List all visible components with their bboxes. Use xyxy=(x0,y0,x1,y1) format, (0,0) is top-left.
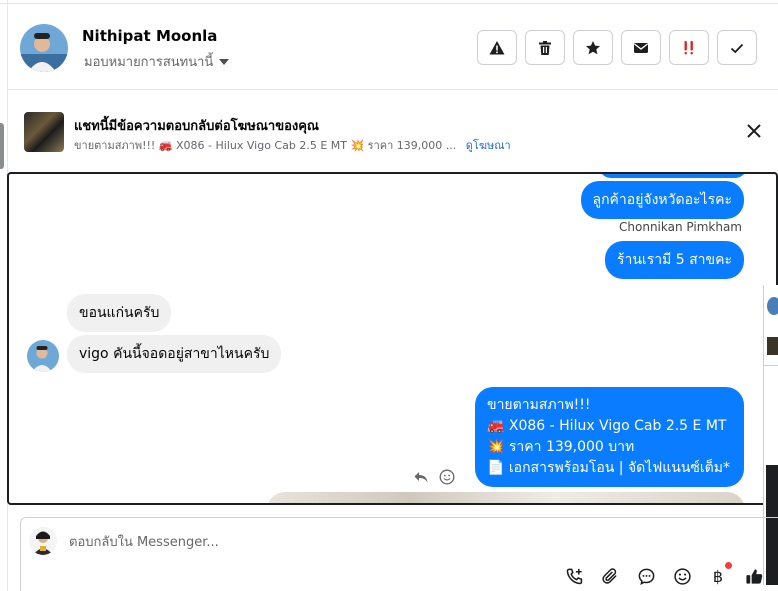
saved-reply-button[interactable] xyxy=(636,566,656,586)
message-line: ขายตามสภาพ!!! xyxy=(487,397,591,413)
avatar xyxy=(29,527,57,555)
ad-reply-banner: แชทนี้มีข้อความตอบกลับต่อโฆษณาของคุณ ขาย… xyxy=(8,91,778,171)
envelope-icon xyxy=(634,42,648,53)
follow-up-button[interactable] xyxy=(669,30,709,65)
message-line: 🚒 X086 - Hilux Vigo Cab 2.5 E MT xyxy=(487,418,727,434)
call-button[interactable] xyxy=(564,566,584,586)
banner-subtitle: ขายตามสภาพ!!! 🚒 X086 - Hilux Vigo Cab 2.… xyxy=(74,136,511,154)
divider xyxy=(764,365,778,366)
ad-thumbnail[interactable] xyxy=(24,112,64,152)
message-line: 📄 เอกสารพร้อมโอน | จัดไฟแนนซ์เต็ม* xyxy=(487,460,730,476)
warning-icon xyxy=(489,40,505,54)
composer-toolbar: ฿ xyxy=(564,562,764,586)
like-button[interactable] xyxy=(744,566,764,586)
paperclip-icon xyxy=(601,567,616,584)
message-line: 💥 ราคา 139,000 บาท xyxy=(487,439,635,455)
view-ad-link[interactable]: ดูโฆษณา xyxy=(466,139,511,152)
emoji-react-icon[interactable] xyxy=(439,469,455,485)
report-button[interactable] xyxy=(477,30,517,65)
ad-thumbnail xyxy=(767,337,778,355)
emoji-icon xyxy=(673,567,691,585)
message-bubble-partial xyxy=(599,174,747,178)
avatar[interactable] xyxy=(27,340,59,372)
message-bubble[interactable]: ร้านเรามี 5 สาขคะ xyxy=(604,241,744,279)
mark-unread-button[interactable] xyxy=(621,30,661,65)
notification-dot xyxy=(725,562,732,569)
baht-icon: ฿ xyxy=(712,566,724,586)
saved-reply-icon xyxy=(638,568,654,585)
delete-button[interactable] xyxy=(525,30,565,65)
message-actions xyxy=(413,469,455,485)
star-button[interactable] xyxy=(573,30,613,65)
image-message[interactable] xyxy=(267,492,745,503)
assign-dropdown[interactable]: มอบหมายการสนทนานี้ xyxy=(84,51,230,72)
close-icon[interactable] xyxy=(746,123,762,139)
assign-label: มอบหมายการสนทนานี้ xyxy=(84,55,214,70)
star-icon xyxy=(586,40,600,54)
trash-icon xyxy=(539,40,551,55)
message-bubble-ad-reply[interactable]: ขายตามสภาพ!!! 🚒 X086 - Hilux Vigo Cab 2.… xyxy=(475,387,744,487)
reply-icon[interactable] xyxy=(413,469,429,485)
avatar xyxy=(767,297,778,315)
sender-name: Chonnikan Pimkham xyxy=(619,220,742,234)
ad-summary: ขายตามสภาพ!!! 🚒 X086 - Hilux Vigo Cab 2.… xyxy=(74,139,457,152)
message-thread[interactable]: ลูกค้าอยู่จังหวัดอะไรคะ Chonnikan Pimkha… xyxy=(7,172,778,505)
emoji-button[interactable] xyxy=(672,566,692,586)
avatar[interactable] xyxy=(20,24,68,72)
message-bubble[interactable]: ลูกค้าอยู่จังหวัดอะไรคะ xyxy=(580,181,744,219)
call-icon xyxy=(566,568,582,584)
follow-up-icon xyxy=(684,40,693,54)
action-toolbar xyxy=(477,30,757,65)
conversation-header: Nithipat Moonla มอบหมายการสนทนานี้ xyxy=(8,4,778,90)
message-bubble[interactable]: ขอนแก่นครับ xyxy=(67,294,172,332)
sidebar-toggle-handle[interactable] xyxy=(0,123,4,169)
contact-name[interactable]: Nithipat Moonla xyxy=(82,27,217,45)
thumbs-up-icon xyxy=(745,568,762,584)
reply-composer: ฿ xyxy=(20,517,778,591)
message-bubble[interactable]: vigo คันนี้จอดอยู่สาขาไหนครับ xyxy=(67,335,282,373)
reply-input[interactable] xyxy=(69,530,669,554)
payment-button[interactable]: ฿ xyxy=(708,562,732,586)
banner-title: แชทนี้มีข้อความตอบกลับต่อโฆษณาของคุณ xyxy=(74,119,319,134)
checkmark-icon xyxy=(730,43,744,53)
attach-button[interactable] xyxy=(600,566,620,586)
mark-done-button[interactable] xyxy=(717,30,757,65)
caret-down-icon xyxy=(219,58,230,65)
conversation-panel: Nithipat Moonla มอบหมายการสนทนานี้ แชทนี… xyxy=(0,0,778,591)
